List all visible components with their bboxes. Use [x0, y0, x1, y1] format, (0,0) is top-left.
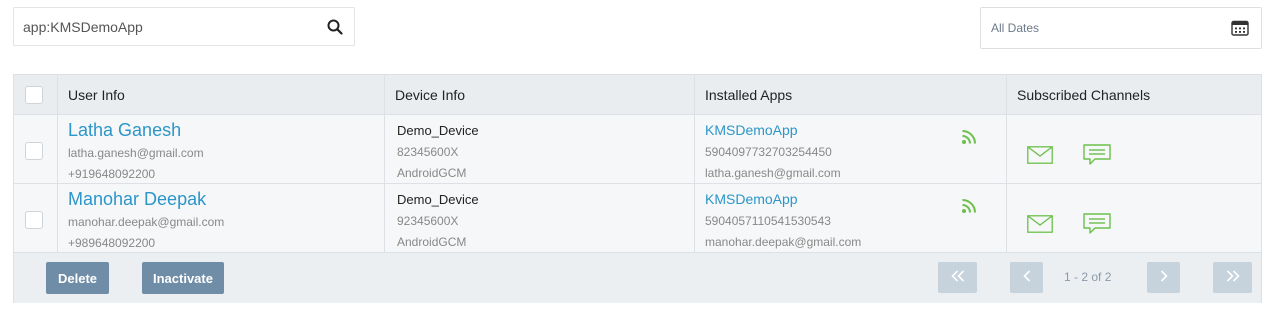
header-installed-apps[interactable]: Installed Apps [695, 75, 1007, 114]
user-phone: +919648092200 [68, 167, 156, 181]
row-select-cell [14, 115, 58, 183]
user-info-cell: Latha Ganesh latha.ganesh@gmail.com +919… [58, 115, 385, 183]
device-name: Demo_Device [397, 192, 479, 207]
search-icon[interactable] [326, 18, 344, 36]
date-filter-label: All Dates [991, 21, 1040, 35]
row-select-cell [14, 184, 58, 252]
device-info-cell: Demo_Device 82345600X AndroidGCM [385, 115, 695, 183]
app-name-link[interactable]: KMSDemoApp [705, 122, 798, 138]
page-info: 1 - 2 of 2 [1064, 270, 1112, 284]
device-id: 92345600X [397, 214, 459, 228]
subscribed-channels-cell [1007, 115, 1261, 183]
app-user: latha.ganesh@gmail.com [705, 166, 841, 180]
app-id: 5904097732703254450 [705, 145, 832, 159]
app-id: 5904057110541530543 [705, 214, 831, 228]
chevron-left-icon [1022, 269, 1031, 287]
message-icon[interactable] [1083, 144, 1111, 166]
delete-button[interactable]: Delete [46, 262, 109, 294]
table-row: Latha Ganesh latha.ganesh@gmail.com +919… [14, 115, 1261, 184]
header-device-info[interactable]: Device Info [385, 75, 695, 114]
device-id: 82345600X [397, 145, 459, 159]
app-name-link[interactable]: KMSDemoApp [705, 191, 798, 207]
inactivate-button[interactable]: Inactivate [142, 262, 224, 294]
rss-icon[interactable] [961, 198, 977, 214]
user-name-link[interactable]: Manohar Deepak [68, 189, 206, 210]
search-box[interactable] [13, 7, 355, 46]
device-info-cell: Demo_Device 92345600X AndroidGCM [385, 184, 695, 252]
device-platform: AndroidGCM [397, 235, 467, 249]
table-row: Manohar Deepak manohar.deepak@gmail.com … [14, 184, 1261, 253]
next-page-button[interactable] [1147, 262, 1180, 293]
table-footer: Delete Inactivate 1 - 2 of 2 [14, 253, 1261, 303]
last-page-button[interactable] [1213, 262, 1252, 293]
double-chevron-left-icon [950, 269, 965, 287]
first-page-button[interactable] [938, 262, 977, 293]
rss-icon[interactable] [961, 129, 977, 145]
user-phone: +989648092200 [68, 236, 156, 250]
header-user-info[interactable]: User Info [58, 75, 385, 114]
device-name: Demo_Device [397, 123, 479, 138]
installed-apps-cell: KMSDemoApp 5904097732703254450 latha.gan… [695, 115, 1007, 183]
subscribed-channels-cell [1007, 184, 1261, 252]
installed-apps-cell: KMSDemoApp 5904057110541530543 manohar.d… [695, 184, 1007, 252]
select-all-checkbox[interactable] [25, 86, 43, 104]
calendar-icon[interactable] [1231, 20, 1249, 36]
row-checkbox[interactable] [25, 211, 43, 229]
app-user: manohar.deepak@gmail.com [705, 235, 862, 249]
user-email: manohar.deepak@gmail.com [68, 215, 225, 229]
device-platform: AndroidGCM [397, 166, 467, 180]
user-email: latha.ganesh@gmail.com [68, 146, 204, 160]
chevron-right-icon [1160, 269, 1168, 287]
mail-icon[interactable] [1027, 215, 1053, 233]
user-name-link[interactable]: Latha Ganesh [68, 120, 181, 141]
devices-table: User Info Device Info Installed Apps Sub… [13, 74, 1262, 303]
message-icon[interactable] [1083, 213, 1111, 235]
header-subscribed-channels[interactable]: Subscribed Channels [1007, 75, 1261, 114]
mail-icon[interactable] [1027, 146, 1053, 164]
date-filter[interactable]: All Dates [980, 7, 1262, 49]
prev-page-button[interactable] [1010, 262, 1043, 293]
header-select-cell [14, 75, 58, 114]
double-chevron-right-icon [1226, 269, 1240, 287]
search-input[interactable] [23, 18, 326, 35]
user-info-cell: Manohar Deepak manohar.deepak@gmail.com … [58, 184, 385, 252]
row-checkbox[interactable] [25, 142, 43, 160]
table-header-row: User Info Device Info Installed Apps Sub… [14, 75, 1261, 115]
